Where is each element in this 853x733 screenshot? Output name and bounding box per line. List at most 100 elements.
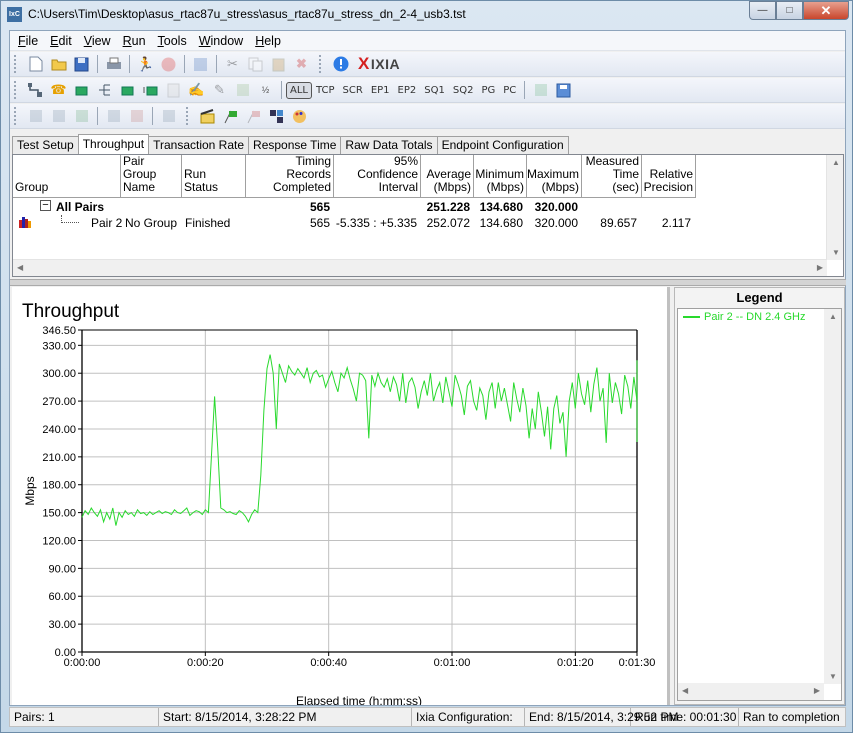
add-broadcast-pair-icon[interactable]	[119, 81, 137, 99]
column-header[interactable]: Timing Records Completed	[246, 155, 334, 198]
toolbar-grip[interactable]	[14, 107, 18, 125]
print-icon[interactable]	[105, 55, 123, 73]
tab-test-setup[interactable]: Test Setup	[12, 136, 79, 154]
filter-tcp-button[interactable]: TCP	[312, 85, 339, 96]
scroll-down-icon[interactable]: ▼	[829, 672, 837, 681]
scroll-right-icon[interactable]: ▶	[814, 686, 820, 695]
toolbar-grip[interactable]	[319, 55, 323, 73]
legend-vertical-scrollbar[interactable]: ▲ ▼	[824, 309, 841, 684]
open-folder-icon[interactable]	[50, 55, 68, 73]
tab-throughput[interactable]: Throughput	[77, 134, 150, 154]
filter-pc-button[interactable]: PC	[499, 85, 520, 96]
analysis-toolbar	[10, 104, 845, 129]
tab-endpoint-configuration[interactable]: Endpoint Configuration	[436, 136, 569, 154]
legend-entry[interactable]: Pair 2 -- DN 2.4 GHz	[683, 311, 805, 323]
add-voip-pair-icon[interactable]: ☎	[50, 81, 68, 99]
column-header[interactable]: Run Status	[182, 155, 246, 198]
zoom-in-icon[interactable]	[27, 107, 45, 125]
column-header[interactable]: Measured Time (sec)	[582, 155, 642, 198]
zoom-out-icon[interactable]	[50, 107, 68, 125]
pair-row[interactable]: Pair 2 No Group Finished 565 -5.335 : +5…	[13, 215, 713, 231]
pair-numbering-icon[interactable]: ½	[257, 81, 275, 99]
toolbar-grip[interactable]	[14, 55, 18, 73]
new-file-icon[interactable]	[27, 55, 45, 73]
menu-edit[interactable]: Edit	[44, 34, 78, 48]
scroll-up-icon[interactable]: ▲	[829, 312, 837, 321]
save-results-icon[interactable]	[555, 81, 573, 99]
delete-icon[interactable]: ✖	[293, 55, 311, 73]
scroll-up-icon[interactable]: ▲	[832, 158, 840, 167]
cut-icon[interactable]: ✂	[224, 55, 242, 73]
filter-sq2-button[interactable]: SQ2	[449, 85, 478, 96]
export-icon[interactable]	[532, 81, 550, 99]
tab-raw-data-totals[interactable]: Raw Data Totals	[340, 136, 438, 154]
collapse-icon[interactable]	[128, 107, 146, 125]
pane-splitter[interactable]	[10, 279, 846, 286]
scroll-down-icon[interactable]: ▼	[832, 248, 840, 257]
filter-ep2-button[interactable]: EP2	[394, 85, 421, 96]
menu-tools[interactable]: Tools	[152, 34, 193, 48]
collapse-toggle-icon[interactable]: −	[40, 200, 51, 211]
column-header[interactable]: 95% Confidence Interval	[334, 155, 421, 198]
add-stream-pair-icon[interactable]	[142, 81, 160, 99]
column-header-line1: Pair Group	[123, 154, 157, 181]
run-icon[interactable]: 🏃	[137, 55, 155, 73]
filter-ep1-button[interactable]: EP1	[367, 85, 394, 96]
add-pair-icon[interactable]	[27, 81, 45, 99]
column-header[interactable]: Maximum (Mbps)	[527, 155, 582, 198]
menu-accelerator: R	[122, 33, 132, 48]
column-header[interactable]: Relative Precision	[642, 155, 696, 198]
column-header[interactable]: Average (Mbps)	[421, 155, 474, 198]
filter-scr-button[interactable]: SCR	[339, 85, 367, 96]
clapper-icon[interactable]	[199, 107, 217, 125]
scroll-left-icon[interactable]: ◀	[682, 686, 688, 695]
save-icon[interactable]	[73, 55, 91, 73]
column-header[interactable]: Pair Group Name	[121, 155, 182, 198]
menu-help[interactable]: Help	[249, 34, 287, 48]
scroll-right-icon[interactable]: ▶	[817, 263, 823, 272]
swap-endpoints-icon[interactable]	[234, 81, 252, 99]
column-header[interactable]: Group	[13, 155, 121, 198]
filter-sq1-button[interactable]: SQ1	[420, 85, 449, 96]
add-multicast-icon[interactable]	[96, 81, 114, 99]
close-button[interactable]: ✕	[803, 1, 849, 20]
palette-icon[interactable]	[291, 107, 309, 125]
paste-icon[interactable]	[270, 55, 288, 73]
maximize-button[interactable]: □	[776, 1, 803, 20]
menu-window[interactable]: Window	[193, 34, 249, 48]
edit-script-icon[interactable]	[165, 81, 183, 99]
refresh-icon[interactable]	[192, 55, 210, 73]
column-header-line2: Name	[123, 180, 156, 194]
toolbar-grip[interactable]	[14, 81, 18, 99]
rename-icon[interactable]: ✎	[211, 81, 229, 99]
grid-horizontal-scrollbar[interactable]: ◀ ▶	[13, 259, 827, 276]
grid-vertical-scrollbar[interactable]: ▲ ▼	[826, 155, 843, 260]
copy-icon[interactable]	[247, 55, 265, 73]
properties-icon[interactable]	[160, 107, 178, 125]
stop-icon[interactable]	[160, 55, 178, 73]
filter-all-button[interactable]: ALL	[286, 81, 312, 99]
expand-icon[interactable]	[105, 107, 123, 125]
minimize-button[interactable]: —	[749, 1, 776, 20]
scroll-left-icon[interactable]: ◀	[17, 263, 23, 272]
menu-run[interactable]: Run	[117, 34, 152, 48]
check-icon[interactable]	[73, 107, 91, 125]
toolbar-separator	[97, 107, 98, 125]
tab-transaction-rate[interactable]: Transaction Rate	[148, 136, 250, 154]
toolbar-grip[interactable]	[186, 107, 190, 125]
legend-horizontal-scrollbar[interactable]: ◀ ▶	[678, 683, 824, 700]
menu-accelerator: H	[255, 33, 265, 48]
flag-remove-icon[interactable]	[245, 107, 263, 125]
filter-pg-button[interactable]: PG	[477, 85, 499, 96]
info-icon[interactable]	[332, 55, 350, 73]
add-video-pair-icon[interactable]	[73, 81, 91, 99]
edit-pair-icon[interactable]: ✍	[188, 81, 206, 99]
flag-icon[interactable]	[222, 107, 240, 125]
status-bar: Pairs: 1 Start: 8/15/2014, 3:28:22 PM Ix…	[9, 707, 846, 727]
column-header[interactable]: Minimum (Mbps)	[474, 155, 527, 198]
menu-file[interactable]: File	[12, 34, 44, 48]
network-flags-icon[interactable]	[268, 107, 286, 125]
menu-view[interactable]: View	[78, 34, 117, 48]
tab-response-time[interactable]: Response Time	[248, 136, 342, 154]
summary-row[interactable]: − All Pairs 565 251.228 134.680 320.000	[13, 199, 713, 215]
